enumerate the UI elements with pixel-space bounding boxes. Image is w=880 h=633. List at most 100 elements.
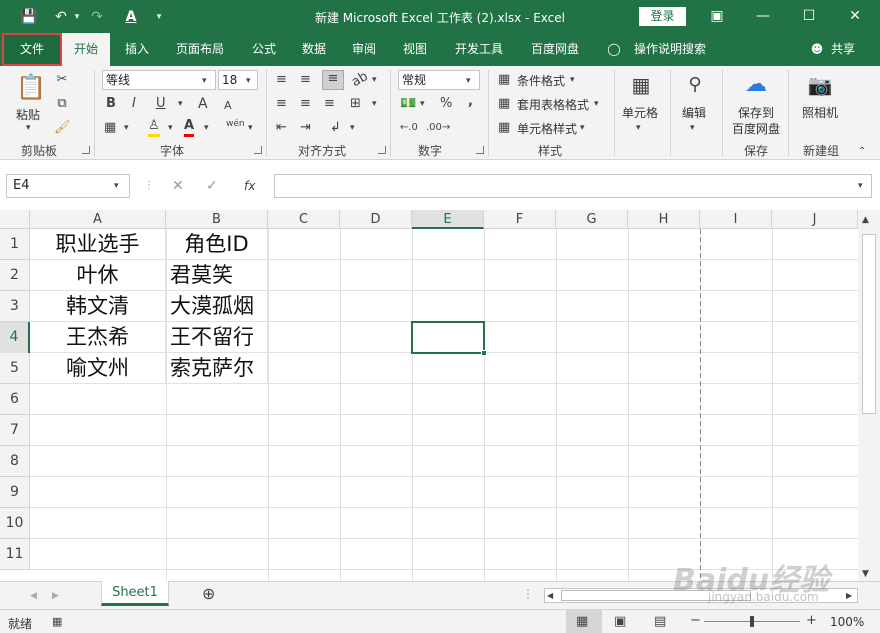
cell-b3[interactable]: 大漠孤烟	[166, 291, 268, 322]
align-top-icon[interactable]: ≡	[276, 72, 287, 88]
format-painter-icon[interactable]: 🖌	[54, 120, 71, 136]
cells-icon[interactable]: ▦	[628, 72, 654, 100]
scroll-up-icon[interactable]: ▲	[862, 212, 869, 228]
collapse-ribbon-icon[interactable]: ⌃	[858, 144, 866, 160]
tab-developer[interactable]: 开发工具	[444, 33, 514, 66]
align-middle-icon[interactable]: ≡	[300, 72, 311, 88]
editing-dropdown-icon[interactable]: ▾	[690, 120, 695, 136]
tab-formulas[interactable]: 公式	[240, 33, 288, 66]
normal-view-icon[interactable]: ▦	[576, 614, 588, 630]
tab-page-layout[interactable]: 页面布局	[168, 33, 232, 66]
enter-icon[interactable]: ✓	[206, 174, 218, 198]
font-size-select[interactable]: 18	[218, 70, 258, 90]
increase-font-button[interactable]: A	[198, 96, 208, 112]
row-header-selected[interactable]: 4	[0, 322, 30, 353]
borders-icon[interactable]: ▦	[104, 120, 116, 136]
underline-dropdown-icon[interactable]: ▾	[178, 96, 183, 112]
underline-button[interactable]: U	[156, 96, 166, 112]
column-header[interactable]: D	[340, 210, 412, 229]
borders-dropdown-icon[interactable]: ▾	[124, 120, 129, 136]
baidu-netdisk-icon[interactable]: ☁	[742, 72, 770, 100]
maximize-icon[interactable]: ☐	[786, 0, 832, 33]
align-center-icon[interactable]: ≡	[300, 96, 311, 112]
camera-icon[interactable]: 📷	[806, 72, 834, 100]
phonetic-guide-icon[interactable]: wén	[226, 116, 245, 132]
prev-sheet-icon[interactable]: ◀	[30, 588, 37, 604]
active-cell-e4[interactable]	[411, 321, 485, 354]
sheet-tab-sheet1[interactable]: Sheet1	[101, 581, 169, 606]
ribbon-display-icon[interactable]: ▣	[694, 0, 740, 33]
column-header[interactable]: A	[30, 210, 166, 229]
zoom-level[interactable]: 100%	[830, 615, 864, 629]
tab-review[interactable]: 审阅	[340, 33, 388, 66]
expand-formula-icon[interactable]: ▾	[858, 178, 863, 194]
conditional-format-icon[interactable]: ▦	[498, 72, 510, 88]
insert-function-icon[interactable]: fx	[244, 174, 255, 198]
cell-a2[interactable]: 叶休	[30, 260, 166, 291]
cell-b1[interactable]: 角色ID	[166, 229, 268, 260]
column-header-selected[interactable]: E	[412, 210, 484, 229]
cells-button[interactable]: 单元格	[622, 104, 658, 121]
page-break-view-icon[interactable]: ▤	[654, 614, 666, 630]
row-header[interactable]: 11	[0, 539, 30, 570]
increase-decimal-icon[interactable]: ←.0	[400, 120, 418, 136]
macro-record-icon[interactable]: ▦	[52, 614, 62, 630]
scroll-right-icon[interactable]: ▶	[846, 588, 852, 604]
font-launcher-icon[interactable]	[254, 146, 262, 154]
column-header[interactable]: G	[556, 210, 628, 229]
italic-button[interactable]: I	[132, 96, 136, 112]
orientation-dropdown-icon[interactable]: ▾	[372, 72, 377, 88]
cell-b5[interactable]: 索克萨尔	[166, 353, 268, 384]
undo-dropdown-icon[interactable]: ▾	[66, 6, 88, 28]
font-size-dropdown-icon[interactable]: ▾	[246, 73, 251, 89]
fill-handle[interactable]	[481, 350, 487, 356]
cells-dropdown-icon[interactable]: ▾	[636, 120, 641, 136]
page-layout-view-icon[interactable]: ▣	[614, 614, 626, 630]
conditional-format-dropdown-icon[interactable]: ▾	[570, 72, 575, 88]
paste-dropdown-icon[interactable]: ▾	[26, 120, 31, 136]
name-box[interactable]: E4	[6, 174, 130, 198]
format-as-table-icon[interactable]: ▦	[498, 96, 510, 112]
bold-button[interactable]: B	[106, 96, 116, 112]
decrease-font-button[interactable]: A	[224, 98, 232, 114]
row-header[interactable]: 1	[0, 229, 30, 260]
tab-split-icon[interactable]: ⋮	[522, 586, 534, 602]
column-header[interactable]: C	[268, 210, 340, 229]
cell-styles-dropdown-icon[interactable]: ▾	[580, 120, 585, 136]
tab-insert[interactable]: 插入	[113, 33, 161, 66]
paste-icon[interactable]: 📋	[16, 72, 46, 104]
currency-icon[interactable]: 💵	[400, 96, 416, 112]
copy-icon[interactable]: ⧉	[54, 96, 70, 112]
vertical-scrollbar[interactable]: ▲ ▼	[858, 210, 880, 581]
vertical-scroll-thumb[interactable]	[862, 234, 876, 414]
wrap-text-icon[interactable]: ↲	[330, 120, 341, 136]
column-header[interactable]: B	[166, 210, 268, 229]
wrap-dropdown-icon[interactable]: ▾	[350, 120, 355, 136]
minimize-icon[interactable]: —	[740, 0, 786, 33]
share-button[interactable]: 共享	[826, 33, 860, 66]
zoom-in-icon[interactable]: +	[806, 613, 817, 629]
close-icon[interactable]: ✕	[832, 0, 878, 33]
redo-icon[interactable]: ↷	[86, 6, 108, 28]
find-search-icon[interactable]: ⚲	[682, 72, 708, 100]
cell-styles-button[interactable]: 单元格样式	[517, 120, 577, 137]
format-as-table-dropdown-icon[interactable]: ▾	[594, 96, 599, 112]
cell-b2[interactable]: 君莫笑	[166, 260, 268, 291]
align-right-icon[interactable]: ≡	[324, 96, 335, 112]
row-header[interactable]: 10	[0, 508, 30, 539]
cell-a1[interactable]: 职业选手	[30, 229, 166, 260]
cell-a4[interactable]: 王杰希	[30, 322, 166, 353]
scroll-down-icon[interactable]: ▼	[862, 566, 869, 582]
merge-center-icon[interactable]: ⊞	[350, 96, 361, 112]
row-header[interactable]: 7	[0, 415, 30, 446]
font-name-dropdown-icon[interactable]: ▾	[202, 73, 207, 89]
currency-dropdown-icon[interactable]: ▾	[420, 96, 425, 112]
fill-color-dropdown-icon[interactable]: ▾	[168, 120, 173, 136]
login-button[interactable]: 登录	[639, 7, 686, 26]
row-header[interactable]: 9	[0, 477, 30, 508]
scroll-left-icon[interactable]: ◀	[547, 588, 553, 604]
zoom-slider-thumb[interactable]	[750, 616, 754, 627]
save-to-label-1[interactable]: 保存到	[738, 104, 774, 121]
number-launcher-icon[interactable]	[476, 146, 484, 154]
customize-toolbar-icon[interactable]: ▾	[148, 6, 170, 28]
